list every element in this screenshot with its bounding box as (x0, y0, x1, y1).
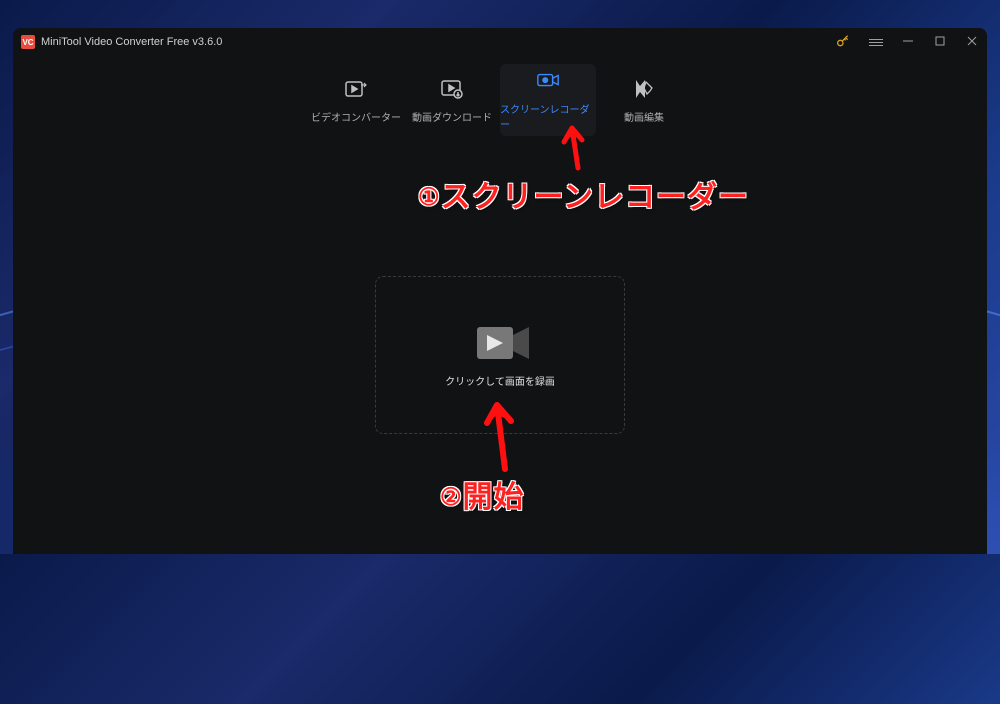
minimize-icon[interactable] (901, 35, 915, 50)
tab-label: スクリーンレコーダー (500, 101, 596, 131)
key-icon[interactable] (835, 33, 851, 52)
tab-bar: ビデオコンバーター 動画ダウンロード スクリーンレコー (13, 56, 987, 136)
main-content: クリックして画面を録画 (13, 136, 987, 554)
tab-label: 動画ダウンロード (412, 109, 492, 124)
record-button-label: クリックして画面を録画 (445, 373, 555, 388)
tab-label: ビデオコンバーター (311, 109, 401, 124)
editor-icon (632, 77, 656, 101)
app-window: VC MiniTool Video Converter Free v3.6.0 (13, 28, 987, 554)
titlebar-controls (835, 33, 979, 52)
download-icon (440, 77, 464, 101)
camera-icon (475, 323, 525, 359)
tab-label: 動画編集 (624, 109, 664, 124)
maximize-icon[interactable] (933, 35, 947, 50)
tab-video-editor[interactable]: 動画編集 (596, 64, 692, 136)
close-icon[interactable] (965, 35, 979, 50)
tab-screen-recorder[interactable]: スクリーンレコーダー (500, 64, 596, 136)
tab-video-converter[interactable]: ビデオコンバーター (308, 64, 404, 136)
tab-video-download[interactable]: 動画ダウンロード (404, 64, 500, 136)
converter-icon (344, 77, 368, 101)
menu-icon[interactable] (869, 39, 883, 46)
start-recording-button[interactable]: クリックして画面を録画 (375, 276, 625, 434)
app-logo-icon: VC (21, 35, 35, 49)
screen-recorder-icon (536, 69, 560, 93)
app-title: MiniTool Video Converter Free v3.6.0 (41, 36, 222, 48)
titlebar: VC MiniTool Video Converter Free v3.6.0 (13, 28, 987, 56)
